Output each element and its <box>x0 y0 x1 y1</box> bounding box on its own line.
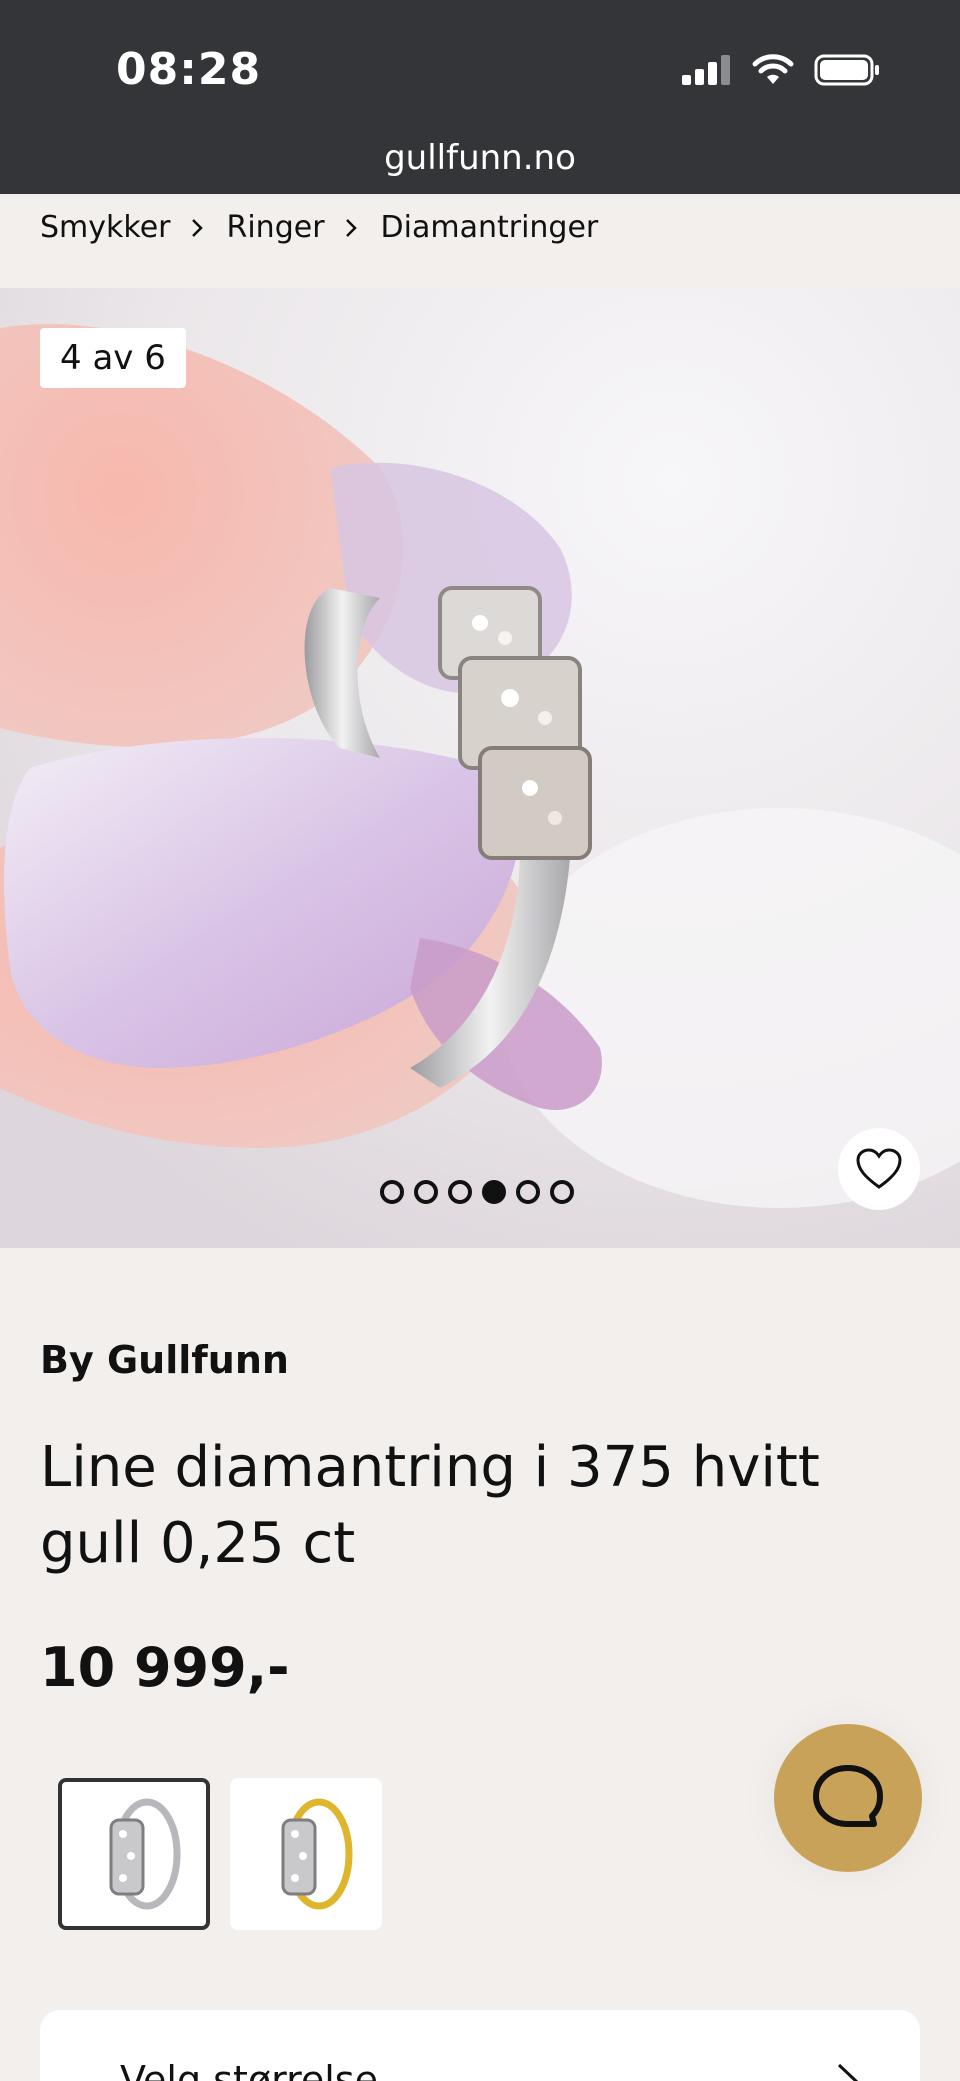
gallery-dot-1[interactable] <box>380 1180 404 1204</box>
variant-white-gold[interactable] <box>58 1778 210 1930</box>
chat-button[interactable] <box>774 1724 922 1872</box>
product-title: Line diamantring i 375 hvitt gull 0,25 c… <box>40 1435 820 1576</box>
ring-on-finger-photo <box>0 288 960 1248</box>
gallery-dot-3[interactable] <box>448 1180 472 1204</box>
battery-icon <box>814 54 879 86</box>
signal-icon <box>682 55 730 85</box>
breadcrumb-item-diamantringer[interactable]: Diamantringer <box>381 210 599 245</box>
product-image-gallery[interactable]: 4 av 6 <box>0 288 960 1248</box>
yellow-gold-ring-icon <box>281 1798 353 1910</box>
gallery-dot-2[interactable] <box>414 1180 438 1204</box>
chat-bubble-icon <box>813 1765 883 1827</box>
size-selector[interactable]: Velg størrelse <box>40 2010 920 2081</box>
size-selector-label: Velg størrelse <box>120 2058 378 2081</box>
status-time: 08:28 <box>116 44 262 95</box>
chevron-right-icon <box>345 218 357 238</box>
address-bar-url[interactable]: gullfunn.no <box>0 138 960 178</box>
breadcrumb-item-ringer[interactable]: Ringer <box>227 210 325 245</box>
white-gold-ring-icon <box>109 1798 181 1910</box>
status-icons <box>682 50 880 90</box>
wifi-icon <box>752 54 794 84</box>
favorite-button[interactable] <box>838 1128 920 1210</box>
gallery-dot-4[interactable] <box>482 1180 506 1204</box>
gallery-dot-5[interactable] <box>516 1180 540 1204</box>
heart-icon <box>856 1148 902 1189</box>
image-counter: 4 av 6 <box>40 328 186 388</box>
product-price: 10 999,- <box>40 1636 290 1699</box>
chevron-right-icon <box>837 2063 859 2081</box>
breadcrumb: Smykker Ringer Diamantringer <box>40 210 598 245</box>
breadcrumb-item-smykker[interactable]: Smykker <box>40 210 171 245</box>
gallery-dot-6[interactable] <box>550 1180 574 1204</box>
variant-selector <box>58 1778 382 1930</box>
chevron-right-icon <box>191 218 203 238</box>
variant-yellow-gold[interactable] <box>230 1778 382 1930</box>
gallery-pagination[interactable] <box>380 1180 574 1204</box>
browser-top-bar: 08:28 gullfunn.no <box>0 0 960 194</box>
product-brand[interactable]: By Gullfunn <box>40 1338 289 1382</box>
